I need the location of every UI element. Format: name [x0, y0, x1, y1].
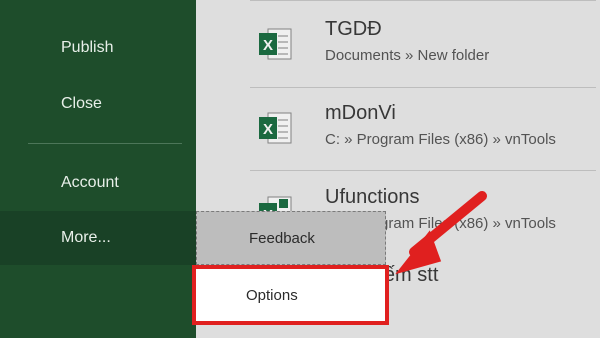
feedback-menu-item[interactable]: Feedback	[197, 212, 385, 264]
more-popup-menu: Feedback	[196, 211, 386, 265]
file-name: mDonVi	[325, 102, 396, 124]
recent-file-row[interactable]: X TGDĐ Documents » New folder	[250, 12, 590, 74]
options-label: Options	[246, 286, 298, 304]
sidebar-item-close[interactable]: Close	[0, 84, 196, 124]
file-path: Documents » New folder	[325, 47, 490, 64]
sidebar-item-account[interactable]: Account	[0, 163, 196, 203]
sidebar-item-publish[interactable]: Publish	[0, 28, 196, 68]
sidebar-item-label: Publish	[61, 39, 114, 56]
divider	[250, 170, 596, 171]
backstage-sidebar: Publish Close Account More...	[0, 0, 196, 338]
sidebar-divider	[28, 143, 182, 144]
file-name: Ufunctions	[325, 186, 420, 208]
divider	[250, 0, 596, 1]
file-path: C: » Program Files (x86) » vnTools	[325, 131, 556, 148]
sidebar-item-label: Close	[61, 95, 102, 112]
svg-text:X: X	[263, 37, 273, 54]
sidebar-item-label: More...	[61, 229, 111, 246]
excel-file-icon: X	[259, 28, 292, 60]
sidebar-item-more[interactable]: More...	[0, 211, 196, 265]
sidebar-item-label: Account	[61, 174, 119, 191]
file-name: TGDĐ	[325, 18, 382, 40]
recent-file-row[interactable]: X mDonVi C: » Program Files (x86) » vnTo…	[250, 96, 590, 158]
sidebar-item-partial[interactable]	[0, 0, 196, 28]
options-menu-item[interactable]: Options	[192, 265, 389, 325]
feedback-label: Feedback	[249, 229, 315, 247]
divider	[250, 87, 596, 88]
excel-file-icon: X	[259, 112, 292, 144]
svg-text:X: X	[263, 121, 273, 138]
